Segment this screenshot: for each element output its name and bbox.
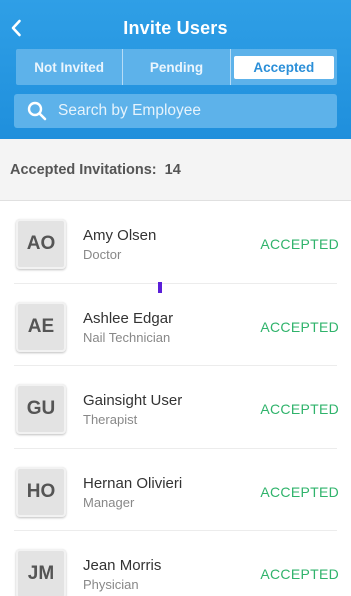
accepted-count-bar: Accepted Invitations: 14 bbox=[0, 139, 351, 201]
user-role: Physician bbox=[83, 577, 139, 592]
page-title: Invite Users bbox=[123, 18, 228, 38]
avatar: AE bbox=[16, 301, 66, 352]
list-item[interactable]: AE Ashlee Edgar Nail Technician ACCEPTED bbox=[0, 284, 351, 366]
user-name: Ashlee Edgar bbox=[83, 309, 174, 327]
status-badge: ACCEPTED bbox=[260, 483, 339, 500]
search-icon bbox=[27, 101, 47, 121]
search-bar bbox=[14, 94, 337, 128]
user-name: Jean Morris bbox=[83, 557, 162, 574]
tab-label: Accepted bbox=[233, 55, 334, 79]
header-bar: Invite Users Not Invited Pending Accepte… bbox=[0, 0, 351, 139]
avatar: JM bbox=[16, 549, 66, 596]
user-name: Hernan Olivieri bbox=[83, 474, 183, 492]
user-list: AO Amy Olsen Doctor ACCEPTED AE Ashlee E… bbox=[0, 201, 351, 596]
user-name: Amy Olsen bbox=[83, 227, 157, 244]
user-role: Therapist bbox=[83, 412, 138, 427]
status-badge: ACCEPTED bbox=[260, 236, 339, 252]
user-role: Manager bbox=[83, 494, 135, 510]
user-name: Gainsight User bbox=[83, 392, 183, 409]
avatar: AO bbox=[16, 219, 66, 269]
list-item[interactable]: JM Jean Morris Physician ACCEPTED bbox=[0, 531, 351, 596]
status-badge: ACCEPTED bbox=[260, 401, 339, 417]
tab-pending[interactable]: Pending bbox=[123, 49, 231, 85]
user-role: Doctor bbox=[83, 247, 122, 262]
status-badge: ACCEPTED bbox=[260, 318, 339, 335]
list-item[interactable]: AO Amy Olsen Doctor ACCEPTED bbox=[0, 201, 351, 284]
user-role: Nail Technician bbox=[83, 329, 171, 345]
avatar: HO bbox=[16, 466, 66, 517]
status-badge: ACCEPTED bbox=[260, 566, 339, 582]
status-tabs: Not Invited Pending Accepted bbox=[16, 49, 337, 85]
text-cursor-marker bbox=[158, 282, 162, 293]
list-item[interactable]: HO Hernan Olivieri Manager ACCEPTED bbox=[0, 449, 351, 531]
tab-accepted[interactable]: Accepted bbox=[231, 49, 337, 85]
avatar: GU bbox=[16, 384, 66, 434]
tab-label: Pending bbox=[149, 59, 204, 75]
list-item[interactable]: GU Gainsight User Therapist ACCEPTED bbox=[0, 366, 351, 449]
tab-label: Not Invited bbox=[34, 59, 105, 75]
accepted-count-value: 14 bbox=[164, 161, 181, 178]
accepted-count-label: Accepted Invitations: bbox=[10, 161, 157, 178]
search-input[interactable] bbox=[58, 102, 308, 120]
tab-not-invited[interactable]: Not Invited bbox=[16, 49, 124, 85]
